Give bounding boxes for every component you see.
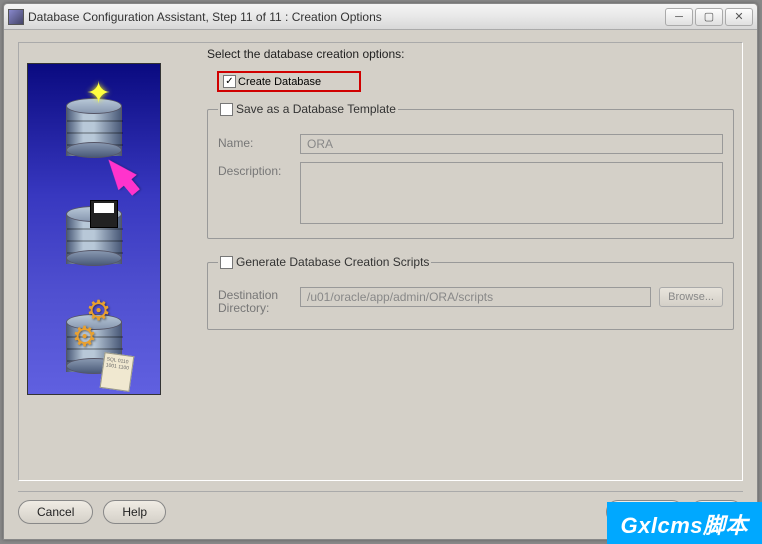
cancel-button[interactable]: Cancel [18,500,93,524]
create-database-checkbox[interactable]: ✓ [223,75,236,88]
create-database-label: Create Database [238,76,321,88]
watermark: Gxlcms脚本 [607,502,762,544]
save-template-label: Save as a Database Template [236,102,396,116]
dialog-window: Database Configuration Assistant, Step 1… [3,3,758,540]
content-area: ✦ [4,30,757,539]
destination-directory-input[interactable] [300,287,651,307]
titlebar[interactable]: Database Configuration Assistant, Step 1… [4,4,757,30]
template-description-input[interactable] [300,162,723,224]
description-label: Description: [218,162,300,178]
browse-button[interactable]: Browse... [659,287,723,307]
instruction-text: Select the database creation options: [207,47,734,61]
template-name-input[interactable] [300,134,723,154]
help-button[interactable]: Help [103,500,166,524]
save-template-legend[interactable]: Save as a Database Template [218,102,398,116]
save-template-group: Save as a Database Template Name: Descri… [207,102,734,239]
window-controls: ─ ▢ ✕ [663,8,753,26]
generate-scripts-group: Generate Database Creation Scripts Desti… [207,255,734,330]
destination-label: Destination Directory: [218,287,300,315]
wizard-sidebar-graphic: ✦ [27,63,161,395]
floppy-icon [90,200,118,228]
create-database-option[interactable]: ✓ Create Database [217,71,361,92]
app-icon [8,9,24,25]
close-button[interactable]: ✕ [725,8,753,26]
generate-scripts-checkbox[interactable] [220,256,233,269]
script-icon: SQL 0110 1001 1100 [100,352,135,392]
window-title: Database Configuration Assistant, Step 1… [28,10,663,24]
save-template-checkbox[interactable] [220,103,233,116]
gear-icon: ⚙ [72,320,97,353]
main-options-area: Select the database creation options: ✓ … [207,47,734,476]
generate-scripts-legend[interactable]: Generate Database Creation Scripts [218,255,431,269]
maximize-button[interactable]: ▢ [695,8,723,26]
inner-panel: ✦ [18,42,743,481]
sparkle-icon: ✦ [86,76,116,106]
minimize-button[interactable]: ─ [665,8,693,26]
name-label: Name: [218,134,300,150]
generate-scripts-label: Generate Database Creation Scripts [236,255,429,269]
